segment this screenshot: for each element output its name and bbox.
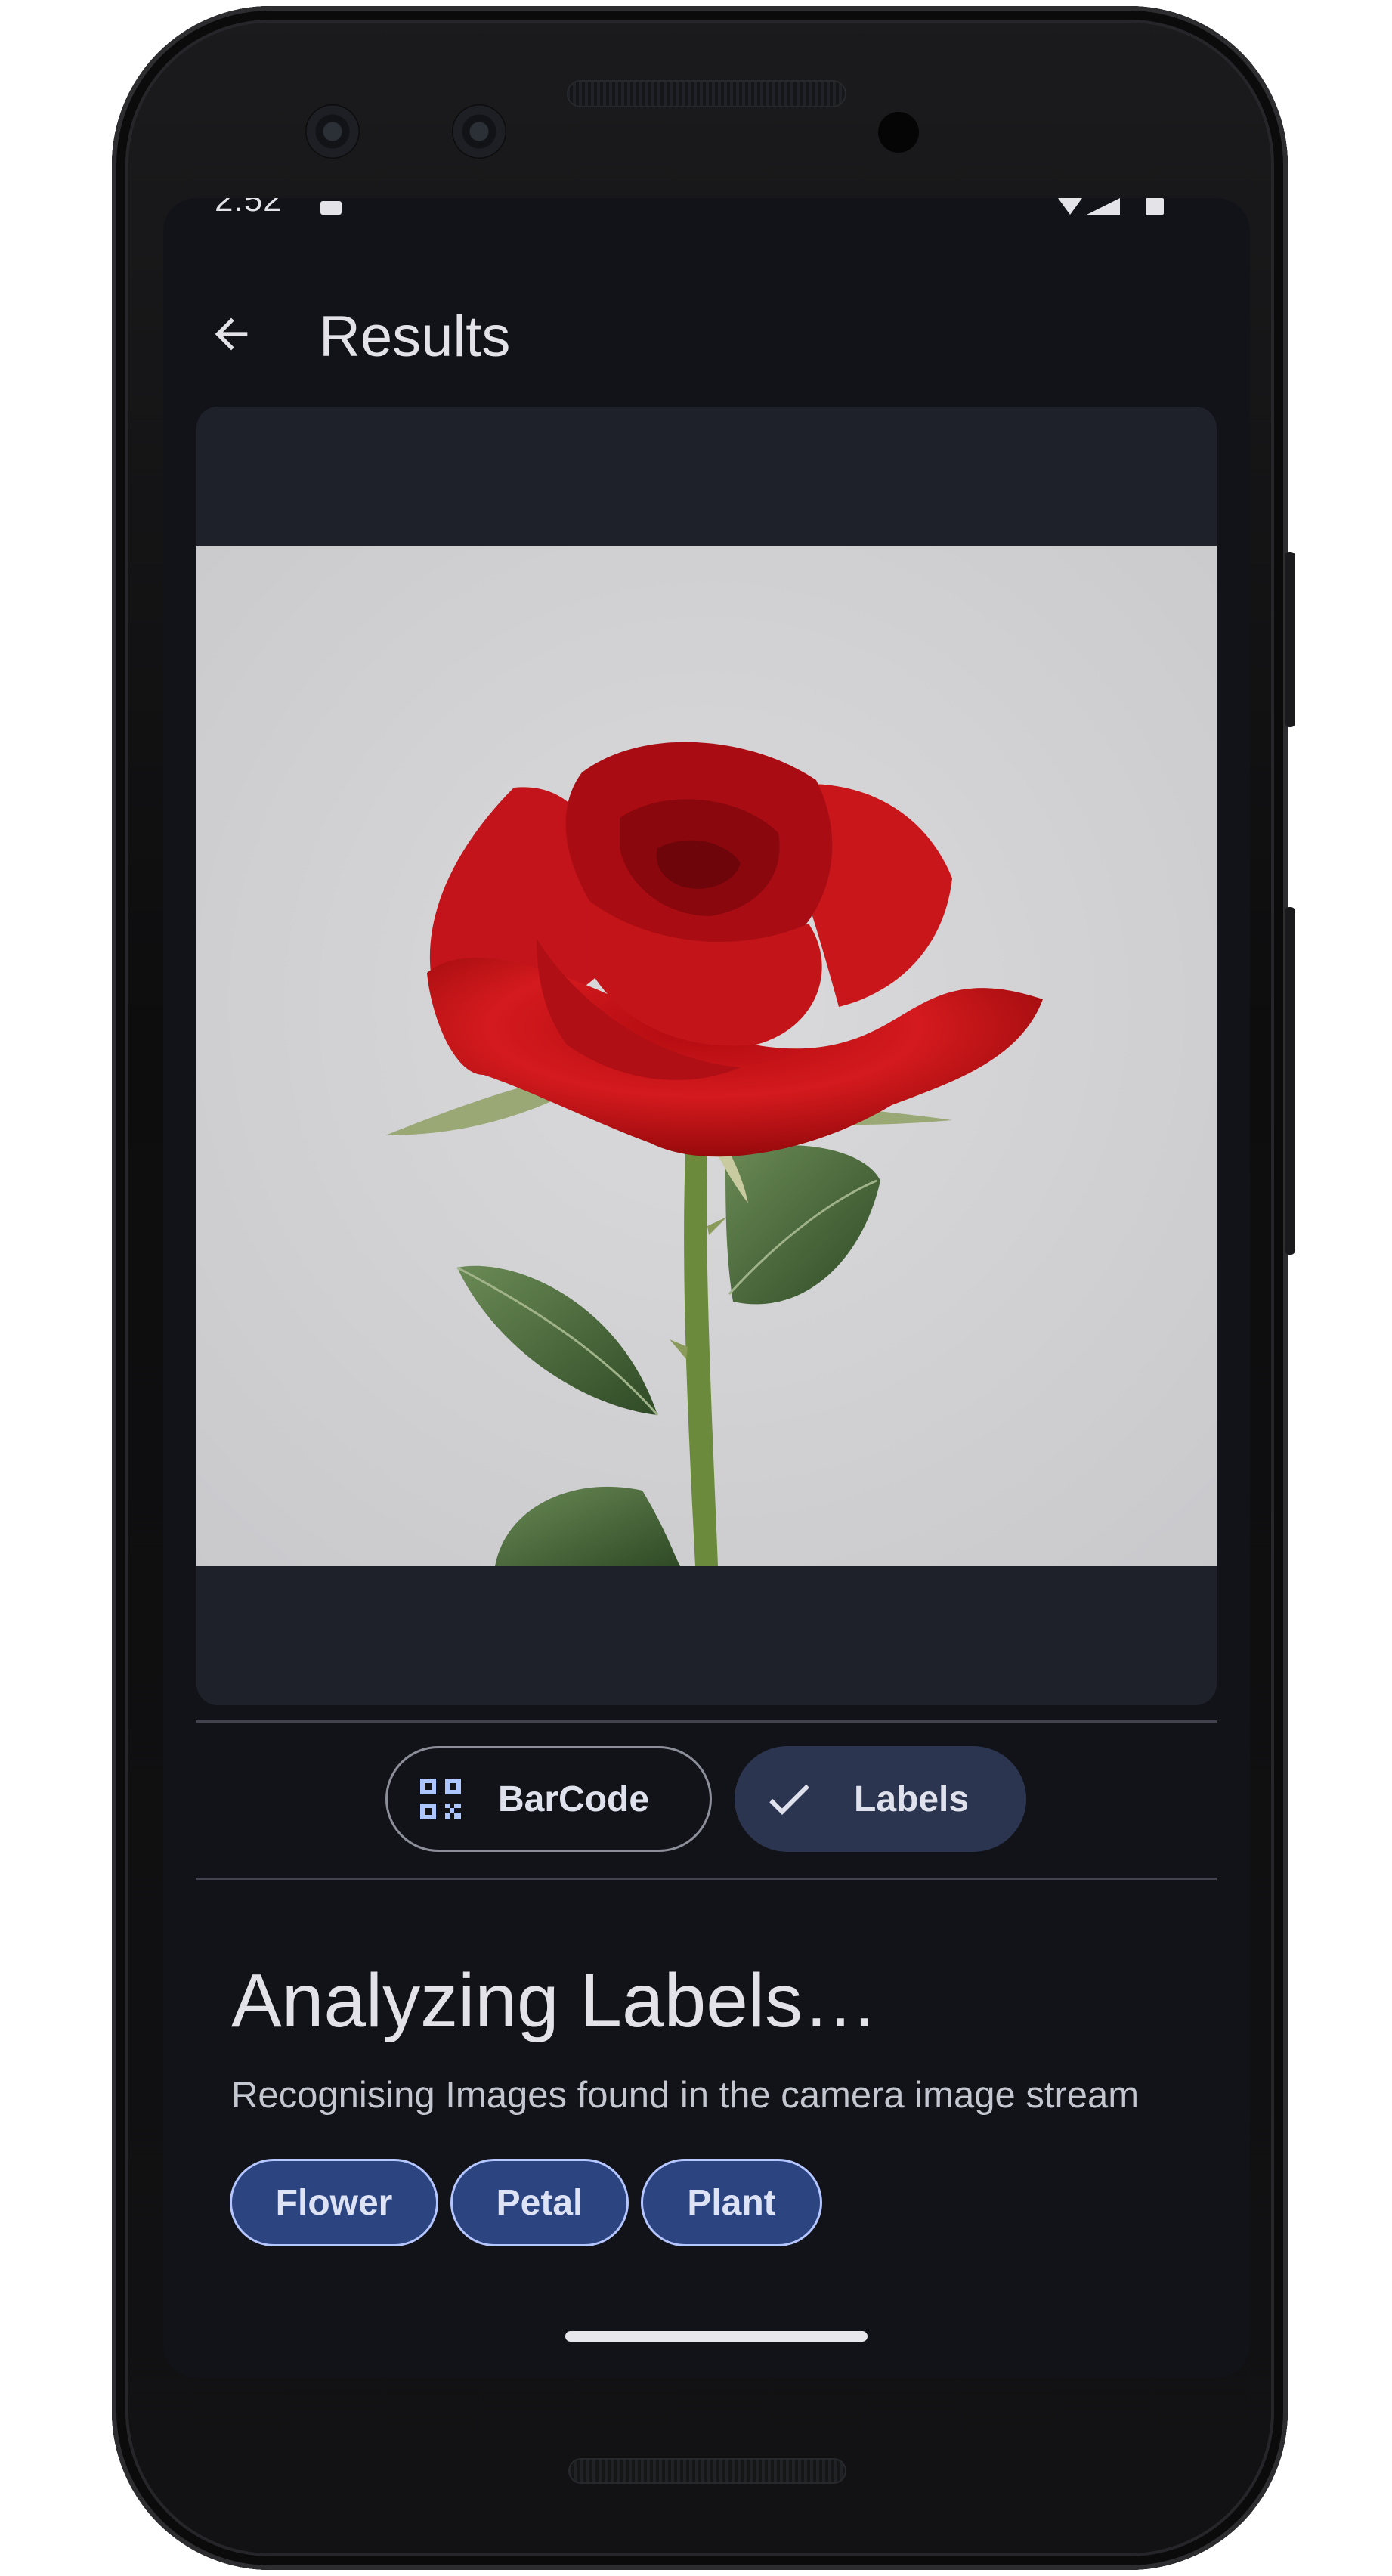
result-subtitle: Recognising Images found in the camera i… bbox=[231, 2075, 1140, 2116]
qr-code-icon bbox=[413, 1772, 468, 1826]
image-preview-card bbox=[196, 407, 1217, 1705]
front-camera bbox=[305, 104, 360, 159]
wifi-icon bbox=[1058, 198, 1082, 215]
label-chip-flower[interactable]: Flower bbox=[230, 2159, 438, 2246]
page-title: Results bbox=[319, 305, 511, 369]
barcode-chip-label: BarCode bbox=[498, 1779, 650, 1819]
power-button bbox=[1285, 552, 1295, 727]
labels-chip[interactable]: Labels bbox=[735, 1746, 1026, 1852]
status-time: 2:52 bbox=[215, 198, 283, 218]
front-camera-secondary bbox=[452, 104, 506, 159]
divider bbox=[196, 1720, 1217, 1723]
home-indicator[interactable] bbox=[565, 2331, 868, 2342]
labels-chip-label: Labels bbox=[854, 1779, 970, 1819]
divider bbox=[196, 1878, 1217, 1880]
volume-button bbox=[1285, 907, 1295, 1255]
bottom-speaker bbox=[568, 2458, 846, 2484]
signal-icon bbox=[1087, 198, 1120, 215]
notification-icon bbox=[320, 201, 342, 215]
analyzed-image bbox=[196, 546, 1217, 1566]
battery-icon bbox=[1146, 198, 1164, 215]
earpiece-speaker bbox=[567, 80, 846, 107]
app-screen: 2:52 Results BarCode Labels Analyzing La… bbox=[163, 198, 1250, 2378]
label-chip-petal[interactable]: Petal bbox=[450, 2159, 629, 2246]
barcode-chip[interactable]: BarCode bbox=[385, 1746, 712, 1852]
back-button[interactable] bbox=[201, 304, 261, 364]
result-heading: Analyzing Labels… bbox=[231, 1958, 879, 2043]
top-app-bar: Results bbox=[163, 271, 1250, 392]
proximity-sensor bbox=[878, 112, 919, 153]
check-icon bbox=[762, 1772, 816, 1826]
label-chip-plant[interactable]: Plant bbox=[641, 2159, 822, 2246]
status-bar: 2:52 bbox=[163, 198, 1250, 219]
arrow-back-icon bbox=[215, 317, 248, 351]
